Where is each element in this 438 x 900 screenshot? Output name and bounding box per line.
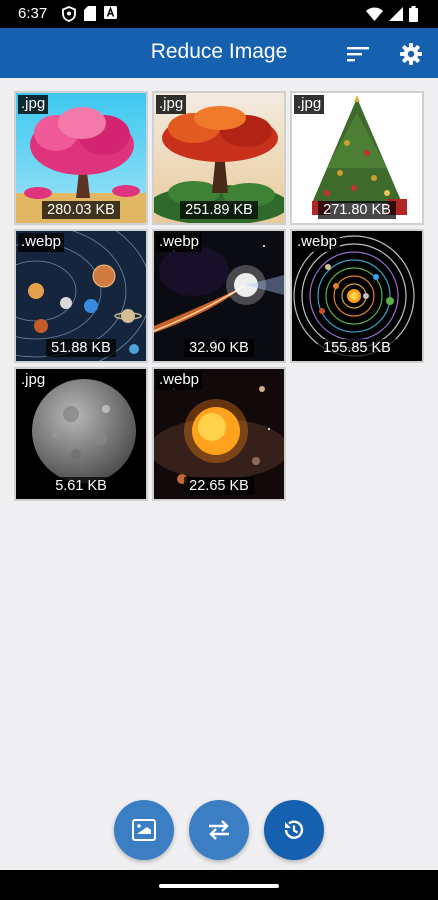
image-tile[interactable]: .jpg 271.80 KB (290, 91, 424, 225)
image-tile[interactable]: .jpg 251.89 KB (152, 91, 286, 225)
image-icon (132, 819, 156, 841)
file-size-label: 5.61 KB (50, 477, 112, 495)
file-size-label: 280.03 KB (42, 201, 120, 219)
file-extension-label: .webp (156, 371, 203, 390)
file-extension-label: .webp (294, 233, 341, 252)
battery-icon (409, 6, 418, 27)
history-icon (284, 820, 304, 839)
shield-icon (62, 6, 76, 27)
swap-icon (209, 820, 229, 840)
navigation-bar (0, 870, 438, 900)
settings-button[interactable] (398, 41, 424, 67)
image-tile[interactable]: .webp 51.88 KB (14, 229, 148, 363)
sort-button[interactable] (345, 41, 371, 67)
a-icon (104, 6, 117, 27)
file-extension-label: .webp (156, 233, 203, 252)
file-extension-label: .jpg (156, 95, 187, 114)
image-tile[interactable]: .jpg 5.61 KB (14, 367, 148, 501)
settings-icon (400, 43, 422, 65)
file-size-label: 251.89 KB (180, 201, 258, 219)
image-tile[interactable]: .webp 22.65 KB (152, 367, 286, 501)
file-size-label: 32.90 KB (184, 339, 254, 357)
file-extension-label: .jpg (18, 371, 49, 390)
select-image-button[interactable] (114, 800, 174, 860)
wifi-icon (366, 7, 383, 26)
home-gesture-handle[interactable] (159, 884, 279, 888)
status-bar: 6:37 (0, 0, 438, 28)
swap-button[interactable] (189, 800, 249, 860)
file-size-label: 271.80 KB (318, 201, 396, 219)
signal-icon (389, 7, 403, 26)
file-extension-label: .jpg (18, 95, 49, 114)
app-bar: Reduce Image (0, 28, 438, 78)
sd-card-icon (84, 6, 96, 27)
history-button[interactable] (264, 800, 324, 860)
status-time: 6:37 (18, 5, 48, 22)
file-extension-label: .jpg (294, 95, 325, 114)
image-tile[interactable]: .webp 155.85 KB (290, 229, 424, 363)
file-size-label: 22.65 KB (184, 477, 254, 495)
sort-icon (347, 47, 369, 62)
image-tile[interactable]: .jpg 280.03 KB (14, 91, 148, 225)
file-size-label: 155.85 KB (318, 339, 396, 357)
image-tile[interactable]: .webp 32.90 KB (152, 229, 286, 363)
content-area: .jpg 280.03 KB .jpg 251.89 KB .jpg 271.8… (0, 78, 438, 870)
file-extension-label: .webp (18, 233, 65, 252)
page-title: Reduce Image (150, 40, 288, 63)
file-size-label: 51.88 KB (46, 339, 116, 357)
